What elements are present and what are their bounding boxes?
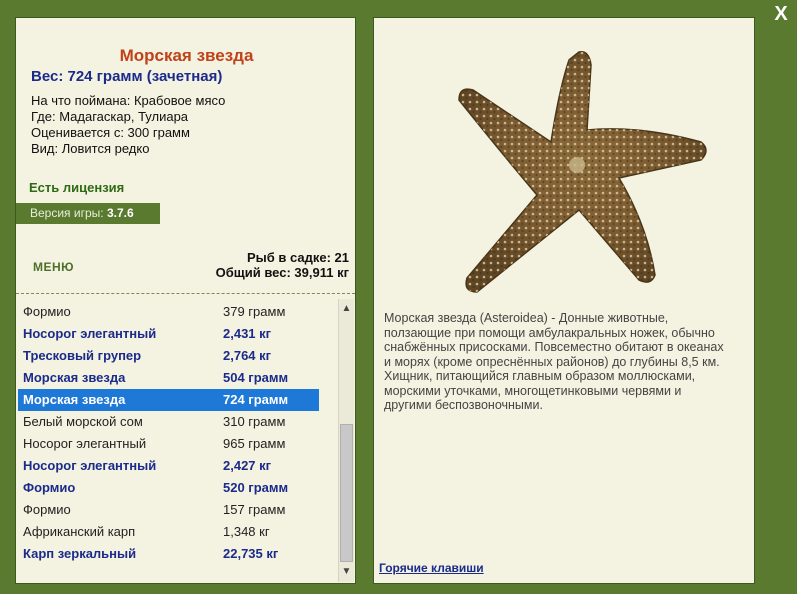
- fish-name: Носорог элегантный: [23, 326, 157, 341]
- fish-name: Носорог элегантный: [23, 458, 157, 473]
- fish-weight-value: 2,764 кг: [223, 348, 272, 363]
- list-item[interactable]: Носорог элегантный 2,431 кг: [18, 323, 319, 345]
- fish-name: Морская звезда: [23, 370, 126, 385]
- fish-info-panel: Морская звезда Вес: 724 грамм (зачетная)…: [15, 17, 356, 584]
- license-status: Есть лицензия: [29, 180, 125, 195]
- fish-name: Носорог элегантный: [23, 436, 147, 451]
- fish-weight-value: 520 грамм: [223, 480, 289, 495]
- divider: [16, 293, 355, 294]
- fish-weight-value: 2,427 кг: [223, 458, 272, 473]
- fish-weight-value: 379 грамм: [223, 304, 286, 319]
- fish-weight-value: 724 грамм: [223, 392, 289, 407]
- fish-weight-value: 965 грамм: [223, 436, 286, 451]
- fish-description: Морская звезда (Asteroidea) - Донные жив…: [384, 311, 724, 412]
- scroll-down-icon[interactable]: ▼: [339, 564, 354, 580]
- list-item[interactable]: Носорог элегантный 2,427 кг: [18, 455, 319, 477]
- starfish-image: [419, 30, 719, 300]
- list-item[interactable]: Морская звезда 724 грамм: [18, 389, 319, 411]
- fish-weight-value: 22,735 кг: [223, 546, 279, 561]
- list-item[interactable]: Носорог элегантный 965 грамм: [18, 433, 319, 455]
- hotkeys-link[interactable]: Горячие клавиши: [379, 561, 484, 575]
- value-info: Оценивается с: 300 грамм: [31, 125, 190, 140]
- list-scrollbar[interactable]: ▲ ▼: [338, 299, 354, 582]
- keepnet-stats: Рыб в садке: 21 Общий вес: 39,911 кг: [216, 250, 349, 280]
- fish-title: Морская звезда: [119, 46, 254, 65]
- menu-button[interactable]: МЕНЮ: [33, 260, 74, 274]
- fish-name: Карп зеркальный: [23, 546, 137, 561]
- fish-weight: Вес: 724 грамм (зачетная): [31, 68, 223, 85]
- fish-name: Белый морской сом: [23, 414, 143, 429]
- fish-name: Африканский карп: [23, 524, 136, 539]
- list-item[interactable]: Формио 520 грамм: [18, 477, 319, 499]
- bait-info: На что поймана: Крабовое мясо: [31, 93, 226, 108]
- location-info: Где: Мадагаскар, Тулиара: [31, 109, 189, 124]
- version-bar: Версия игры: 3.7.6: [16, 203, 160, 224]
- fish-weight-value: 504 грамм: [223, 370, 289, 385]
- starfish-photo: [458, 51, 707, 293]
- total-weight: Общий вес: 39,911 кг: [215, 265, 349, 280]
- fish-weight-value: 310 грамм: [223, 414, 286, 429]
- fish-weight-value: 1,348 кг: [223, 524, 270, 539]
- list-item[interactable]: Карп зеркальный 22,735 кг: [18, 543, 319, 565]
- scroll-up-icon[interactable]: ▲: [339, 301, 354, 317]
- fish-name: Формио: [23, 502, 71, 517]
- rarity-info: Вид: Ловится редко: [31, 141, 150, 156]
- close-icon[interactable]: X: [770, 3, 792, 25]
- fish-count: Рыб в садке: 21: [246, 250, 349, 265]
- fish-description-panel: Морская звезда (Asteroidea) - Донные жив…: [373, 17, 755, 584]
- scroll-thumb[interactable]: [340, 424, 353, 562]
- catch-list[interactable]: Формио 379 грамм Носорог элегантный 2,431 к…: [16, 299, 336, 582]
- list-item[interactable]: Формио 379 грамм: [18, 301, 319, 323]
- fish-weight-value: 2,431 кг: [223, 326, 272, 341]
- list-item[interactable]: Тресковый групер 2,764 кг: [18, 345, 319, 367]
- list-item[interactable]: Белый морской сом 310 грамм: [18, 411, 319, 433]
- fish-name: Тресковый групер: [23, 348, 142, 363]
- version-number: 3.7.6: [106, 206, 134, 220]
- version-label: Версия игры:: [30, 206, 104, 220]
- fish-name: Формио: [23, 480, 76, 495]
- list-item[interactable]: Африканский карп 1,348 кг: [18, 521, 319, 543]
- list-item[interactable]: Формио 157 грамм: [18, 499, 319, 521]
- list-item[interactable]: Морская звезда 504 грамм: [18, 367, 319, 389]
- fish-weight-value: 157 грамм: [223, 502, 286, 517]
- fish-name: Формио: [23, 304, 71, 319]
- fish-name: Морская звезда: [23, 392, 126, 407]
